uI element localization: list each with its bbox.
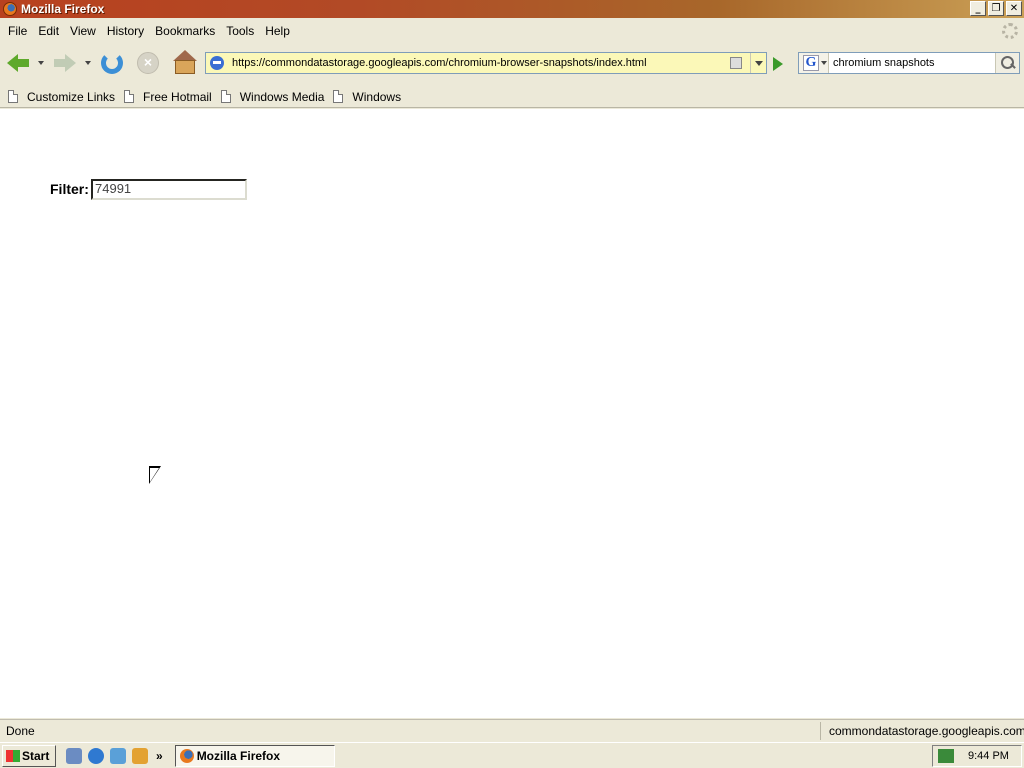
- page-content: Filter: 74991: [0, 109, 1024, 718]
- bookmark-windows[interactable]: Windows: [333, 90, 401, 104]
- firefox-icon: [179, 748, 194, 763]
- stop-icon: ×: [137, 52, 159, 74]
- status-text: Done: [6, 723, 35, 738]
- windows-media-player-icon[interactable]: [132, 747, 148, 764]
- search-bar[interactable]: G chromium snapshots: [798, 52, 1020, 74]
- page-icon: [8, 90, 18, 103]
- quick-launch-more-icon[interactable]: »: [156, 749, 163, 763]
- title-bar: Mozilla Firefox _ ❐ ✕: [0, 0, 1024, 18]
- windows-logo-icon: [6, 749, 20, 762]
- reload-button[interactable]: [99, 50, 125, 76]
- search-input[interactable]: chromium snapshots: [829, 57, 995, 69]
- filter-label: Filter:: [50, 181, 89, 197]
- status-host-panel: commondatastorage.googleapis.com: [820, 721, 1024, 740]
- menu-file[interactable]: File: [4, 24, 34, 38]
- bookmarks-toolbar: Customize Links Free Hotmail Windows Med…: [0, 86, 1024, 108]
- site-favicon-icon: [210, 56, 224, 70]
- url-history-dropdown-icon[interactable]: [750, 53, 766, 73]
- menu-bookmarks[interactable]: Bookmarks: [151, 24, 222, 38]
- go-button[interactable]: [769, 55, 787, 73]
- window-title: Mozilla Firefox: [21, 2, 105, 16]
- bookmark-free-hotmail[interactable]: Free Hotmail: [124, 90, 212, 104]
- page-icon: [124, 90, 135, 103]
- home-icon: [175, 60, 195, 74]
- taskbar-item-firefox[interactable]: Mozilla Firefox: [174, 744, 335, 767]
- outlook-express-icon[interactable]: [110, 747, 126, 764]
- network-icon[interactable]: [938, 749, 954, 763]
- reload-icon: [101, 52, 123, 74]
- quick-launch: »: [66, 747, 163, 764]
- google-icon: G: [803, 55, 819, 71]
- menu-help[interactable]: Help: [261, 24, 297, 38]
- back-button[interactable]: [5, 50, 31, 76]
- firefox-icon: [3, 2, 17, 16]
- close-button[interactable]: ✕: [1006, 1, 1022, 16]
- menu-history[interactable]: History: [103, 24, 151, 38]
- menu-edit[interactable]: Edit: [34, 24, 66, 38]
- home-button[interactable]: [172, 50, 198, 76]
- search-icon[interactable]: [995, 53, 1019, 73]
- minimize-button[interactable]: _: [970, 1, 986, 16]
- menu-view[interactable]: View: [66, 24, 103, 38]
- start-button[interactable]: Start: [2, 744, 56, 767]
- filter-input[interactable]: 74991: [91, 179, 247, 200]
- forward-history-dropdown-icon[interactable]: [85, 61, 91, 65]
- bookmark-label: Windows: [352, 89, 402, 104]
- taskbar-item-label: Mozilla Firefox: [196, 748, 281, 763]
- restore-button[interactable]: ❐: [988, 1, 1004, 16]
- taskbar: Start » Mozilla Firefox 9:44 PM: [0, 742, 1024, 768]
- bookmark-label: Customize Links: [27, 89, 116, 104]
- bookmark-label: Windows Media: [239, 89, 325, 104]
- bookmark-customize-links[interactable]: Customize Links: [8, 90, 115, 104]
- system-tray: 9:44 PM: [932, 745, 1022, 767]
- forward-button[interactable]: [52, 50, 78, 76]
- back-history-dropdown-icon[interactable]: [38, 61, 44, 65]
- status-host: commondatastorage.googleapis.com: [829, 723, 1024, 738]
- menu-bar: File Edit View History Bookmarks Tools H…: [0, 20, 1024, 42]
- menu-tools[interactable]: Tools: [222, 24, 261, 38]
- bookmark-windows-media[interactable]: Windows Media: [220, 89, 325, 104]
- page-icon: [220, 90, 231, 103]
- window-controls: _ ❐ ✕: [970, 1, 1022, 16]
- bookmark-label: Free Hotmail: [143, 89, 212, 104]
- show-desktop-icon[interactable]: [66, 747, 82, 764]
- start-label: Start: [22, 748, 50, 763]
- stop-button[interactable]: ×: [135, 50, 161, 76]
- lock-icon[interactable]: [730, 57, 742, 69]
- status-bar: Done commondatastorage.googleapis.com: [0, 719, 1024, 741]
- address-bar[interactable]: https://commondatastorage.googleapis.com…: [205, 52, 767, 74]
- url-text[interactable]: https://commondatastorage.googleapis.com…: [232, 57, 730, 69]
- internet-explorer-icon[interactable]: [88, 747, 104, 764]
- search-engine-selector[interactable]: G: [799, 53, 829, 73]
- throbber-icon: [1002, 23, 1018, 39]
- clock[interactable]: 9:44 PM: [968, 750, 1009, 762]
- chevron-down-icon: [821, 61, 827, 65]
- page-icon: [333, 90, 344, 103]
